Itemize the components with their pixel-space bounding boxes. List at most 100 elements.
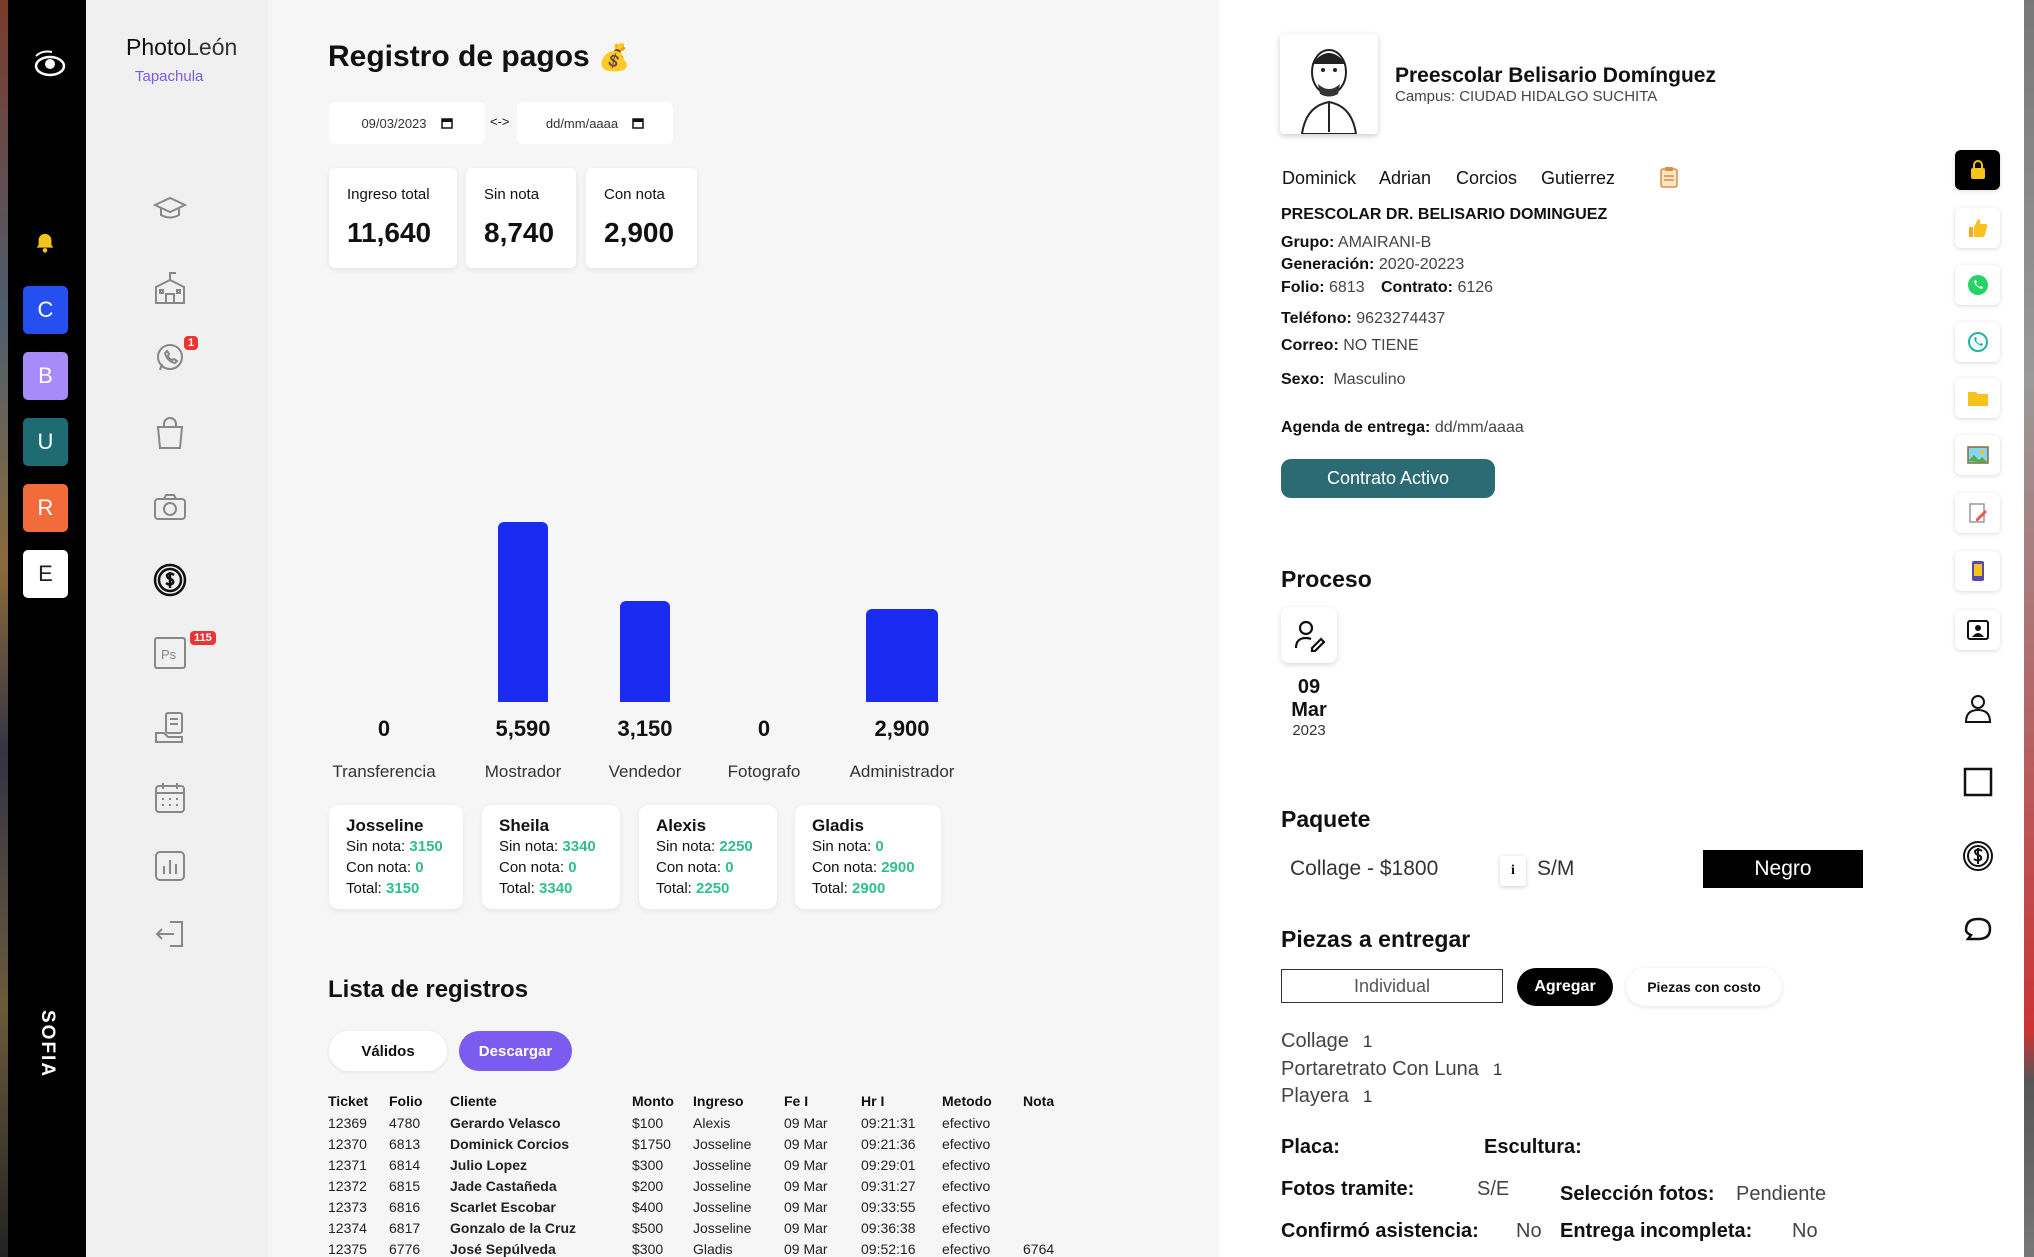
- con-nota-value: 0: [725, 859, 734, 876]
- column-header: Nota: [1023, 1093, 1055, 1109]
- whatsapp-outline-icon[interactable]: [1955, 322, 2000, 362]
- menu-graduation-icon[interactable]: [148, 190, 192, 230]
- table-cell: $300: [632, 1156, 664, 1173]
- date-range-separator: <->: [490, 114, 510, 129]
- table-cell: Gladis: [693, 1240, 733, 1257]
- info-icon[interactable]: i: [1500, 856, 1526, 886]
- total-label: Total:: [812, 880, 848, 897]
- agenda-row[interactable]: Agenda de entrega: dd/mm/aaaa: [1281, 419, 1524, 437]
- phone-icon[interactable]: [1955, 551, 2000, 591]
- piezas-type-select[interactable]: Individual: [1281, 969, 1503, 1003]
- calendar-small-icon[interactable]: [632, 117, 644, 129]
- table-cell: Josseline: [693, 1177, 752, 1194]
- total-value: 3150: [386, 880, 420, 897]
- table-cell: Alexis: [693, 1114, 731, 1131]
- table-cell: 09:33:55: [861, 1198, 916, 1215]
- agenda-date-input[interactable]: dd/mm/aaaa: [1435, 419, 1524, 436]
- student-middle-name: Adrian: [1379, 168, 1432, 188]
- employee-sin-nota: Sin nota: 0: [812, 836, 924, 857]
- sofia-label: SOFIA: [37, 1010, 58, 1079]
- edit-document-icon[interactable]: [1955, 493, 2000, 533]
- image-icon[interactable]: [1955, 435, 2000, 475]
- table-row[interactable]: 12371 6814 Julio Lopez $300 Josseline 09 Mar 0…: [328, 1154, 1073, 1175]
- folder-icon[interactable]: [1955, 378, 2000, 418]
- contrato-activo-button[interactable]: Contrato Activo: [1281, 459, 1495, 498]
- app-shortcut-u[interactable]: U: [23, 418, 68, 466]
- calendar-small-icon[interactable]: [440, 117, 453, 129]
- user-edit-icon: [1294, 620, 1326, 652]
- menu-school-icon[interactable]: [148, 268, 192, 308]
- pieza-name: Collage: [1281, 1030, 1349, 1052]
- table-cell: 09:21:31: [861, 1114, 916, 1131]
- app-logo-icon[interactable]: [30, 48, 68, 78]
- app-shortcut-r[interactable]: R: [23, 484, 68, 532]
- brand-logo[interactable]: PhotoLeón: [126, 34, 237, 61]
- kpi-con-nota: Con nota 2,900: [586, 168, 697, 268]
- table-row[interactable]: 12369 4780 Gerardo Velasco $100 Alexis 09 Mar…: [328, 1112, 1073, 1133]
- whatsapp-icon[interactable]: [1955, 265, 2000, 305]
- paquete-color-select[interactable]: Negro: [1703, 850, 1863, 888]
- menu-camera-icon[interactable]: [148, 487, 192, 527]
- employee-total: Total: 3340: [499, 878, 603, 899]
- con-nota-value: 0: [568, 859, 577, 876]
- validos-button[interactable]: Válidos: [329, 1031, 447, 1071]
- table-cell: efectivo: [942, 1135, 991, 1152]
- table-row[interactable]: 12370 6813 Dominick Corcios $1750 Josseline 0…: [328, 1133, 1073, 1154]
- dollar-coin-icon[interactable]: [1958, 836, 1998, 876]
- table-row[interactable]: 12372 6815 Jade Castañeda $200 Josseline 09 M…: [328, 1175, 1073, 1196]
- clipboard-icon[interactable]: [1659, 166, 1679, 188]
- thumbs-up-icon[interactable]: [1955, 208, 2000, 248]
- table-header-row: Ticket Folio Cliente Monto Ingreso Fe I Hr I Me…: [328, 1090, 1073, 1112]
- date-to-input[interactable]: dd/mm/aaaa: [517, 102, 673, 144]
- menu-logout-icon[interactable]: [148, 914, 192, 954]
- sin-nota-value: 3340: [562, 838, 596, 855]
- table-cell: Julio Lopez: [450, 1156, 527, 1173]
- menu-print-icon[interactable]: [148, 707, 192, 747]
- chat-icon[interactable]: [1958, 910, 1998, 950]
- folio-row: Folio: 6813: [1281, 279, 1365, 297]
- table-cell: 09:29:01: [861, 1156, 916, 1173]
- proceso-step-card[interactable]: [1281, 607, 1337, 663]
- sin-nota-label: Sin nota:: [499, 838, 559, 855]
- menu-payments-icon[interactable]: [148, 560, 192, 600]
- app-shortcut-c[interactable]: C: [23, 286, 68, 334]
- app-shortcut-b[interactable]: B: [23, 352, 68, 400]
- seleccion-fotos-value: Pendiente: [1736, 1183, 1827, 1205]
- table-cell: efectivo: [942, 1240, 991, 1257]
- table-cell: $500: [632, 1219, 664, 1236]
- paquete-name[interactable]: Collage - $1800: [1290, 857, 1438, 881]
- menu-whatsapp-icon[interactable]: 1: [148, 336, 199, 378]
- square-icon[interactable]: [1958, 762, 1998, 802]
- table-row[interactable]: 12375 6776 José Sepúlveda $300 Gladis 09 Mar 0…: [328, 1238, 1073, 1257]
- app-letter: R: [37, 495, 54, 520]
- contact-card-icon[interactable]: [1955, 610, 2000, 650]
- date-from-input[interactable]: 09/03/2023: [329, 102, 485, 144]
- student-last-name-2: Gutierrez: [1541, 168, 1616, 188]
- kpi-label: Sin nota: [484, 186, 540, 203]
- bell-icon[interactable]: [34, 232, 56, 254]
- table-cell: 09:52:16: [861, 1240, 916, 1257]
- menu-calendar-icon[interactable]: [148, 778, 192, 818]
- descargar-button[interactable]: Descargar: [459, 1031, 572, 1071]
- app-shortcut-e[interactable]: E: [23, 550, 68, 598]
- pieza-name: Playera: [1281, 1085, 1349, 1107]
- menu-bag-icon[interactable]: [148, 413, 192, 453]
- menu-photoshop-icon[interactable]: Ps 115: [148, 631, 216, 673]
- table-row[interactable]: 12374 6817 Gonzalo de la Cruz $500 Josseline…: [328, 1217, 1073, 1238]
- pieza-qty: 1: [1362, 1032, 1373, 1051]
- paquete-size[interactable]: S/M: [1537, 857, 1574, 881]
- lock-icon[interactable]: [1955, 150, 2000, 190]
- piezas-con-costo-button[interactable]: Piezas con costo: [1626, 968, 1782, 1006]
- menu-stats-icon[interactable]: [148, 846, 192, 886]
- app-letter: E: [38, 561, 53, 586]
- table-cell: Gerardo Velasco: [450, 1114, 561, 1131]
- column-header: Folio: [389, 1093, 423, 1109]
- table-cell: $300: [632, 1240, 664, 1257]
- user-icon[interactable]: [1958, 688, 1998, 728]
- agregar-button[interactable]: Agregar: [1517, 968, 1613, 1006]
- table-cell: 6816: [389, 1198, 421, 1215]
- table-cell: 6815: [389, 1177, 421, 1194]
- table-cell: 09 Mar: [784, 1219, 828, 1236]
- table-row[interactable]: 12373 6816 Scarlet Escobar $400 Josseline 09 …: [328, 1196, 1073, 1217]
- table-cell: 4780: [389, 1114, 421, 1131]
